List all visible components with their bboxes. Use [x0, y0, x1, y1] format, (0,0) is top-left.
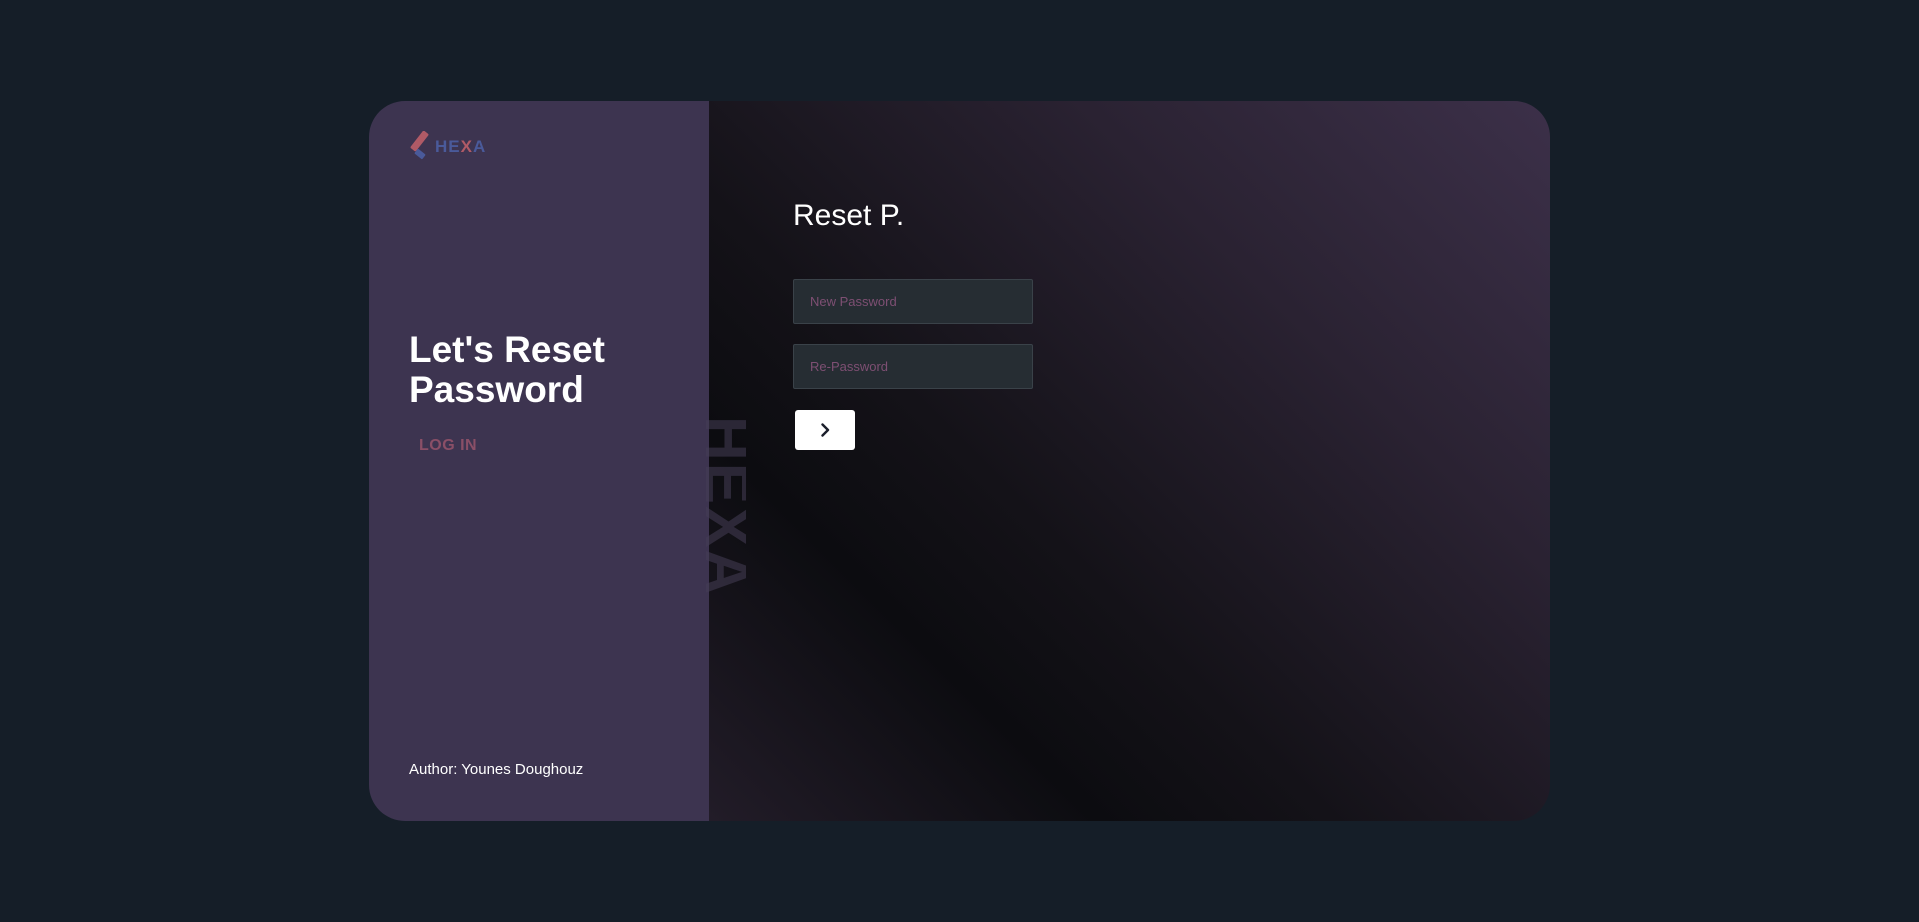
form-title: Reset P. — [793, 199, 905, 232]
submit-button[interactable] — [795, 410, 855, 450]
form-panel: Reset P. — [709, 101, 1550, 821]
brand-logo[interactable]: HEXA — [409, 131, 486, 163]
reset-password-card: HEXA Let's Reset Password LOG IN Author:… — [369, 101, 1550, 821]
re-password-input[interactable] — [793, 344, 1033, 389]
login-link[interactable]: LOG IN — [419, 437, 477, 455]
sidebar-panel: HEXA Let's Reset Password LOG IN Author:… — [369, 101, 709, 821]
brand-name: HEXA — [435, 137, 487, 156]
page-headline: Let's Reset Password — [409, 329, 605, 410]
hammer-logo-icon — [410, 131, 429, 160]
new-password-input[interactable] — [793, 279, 1033, 324]
author-credit: Author: Younes Doughouz — [409, 761, 584, 778]
chevron-right-icon — [821, 423, 830, 437]
